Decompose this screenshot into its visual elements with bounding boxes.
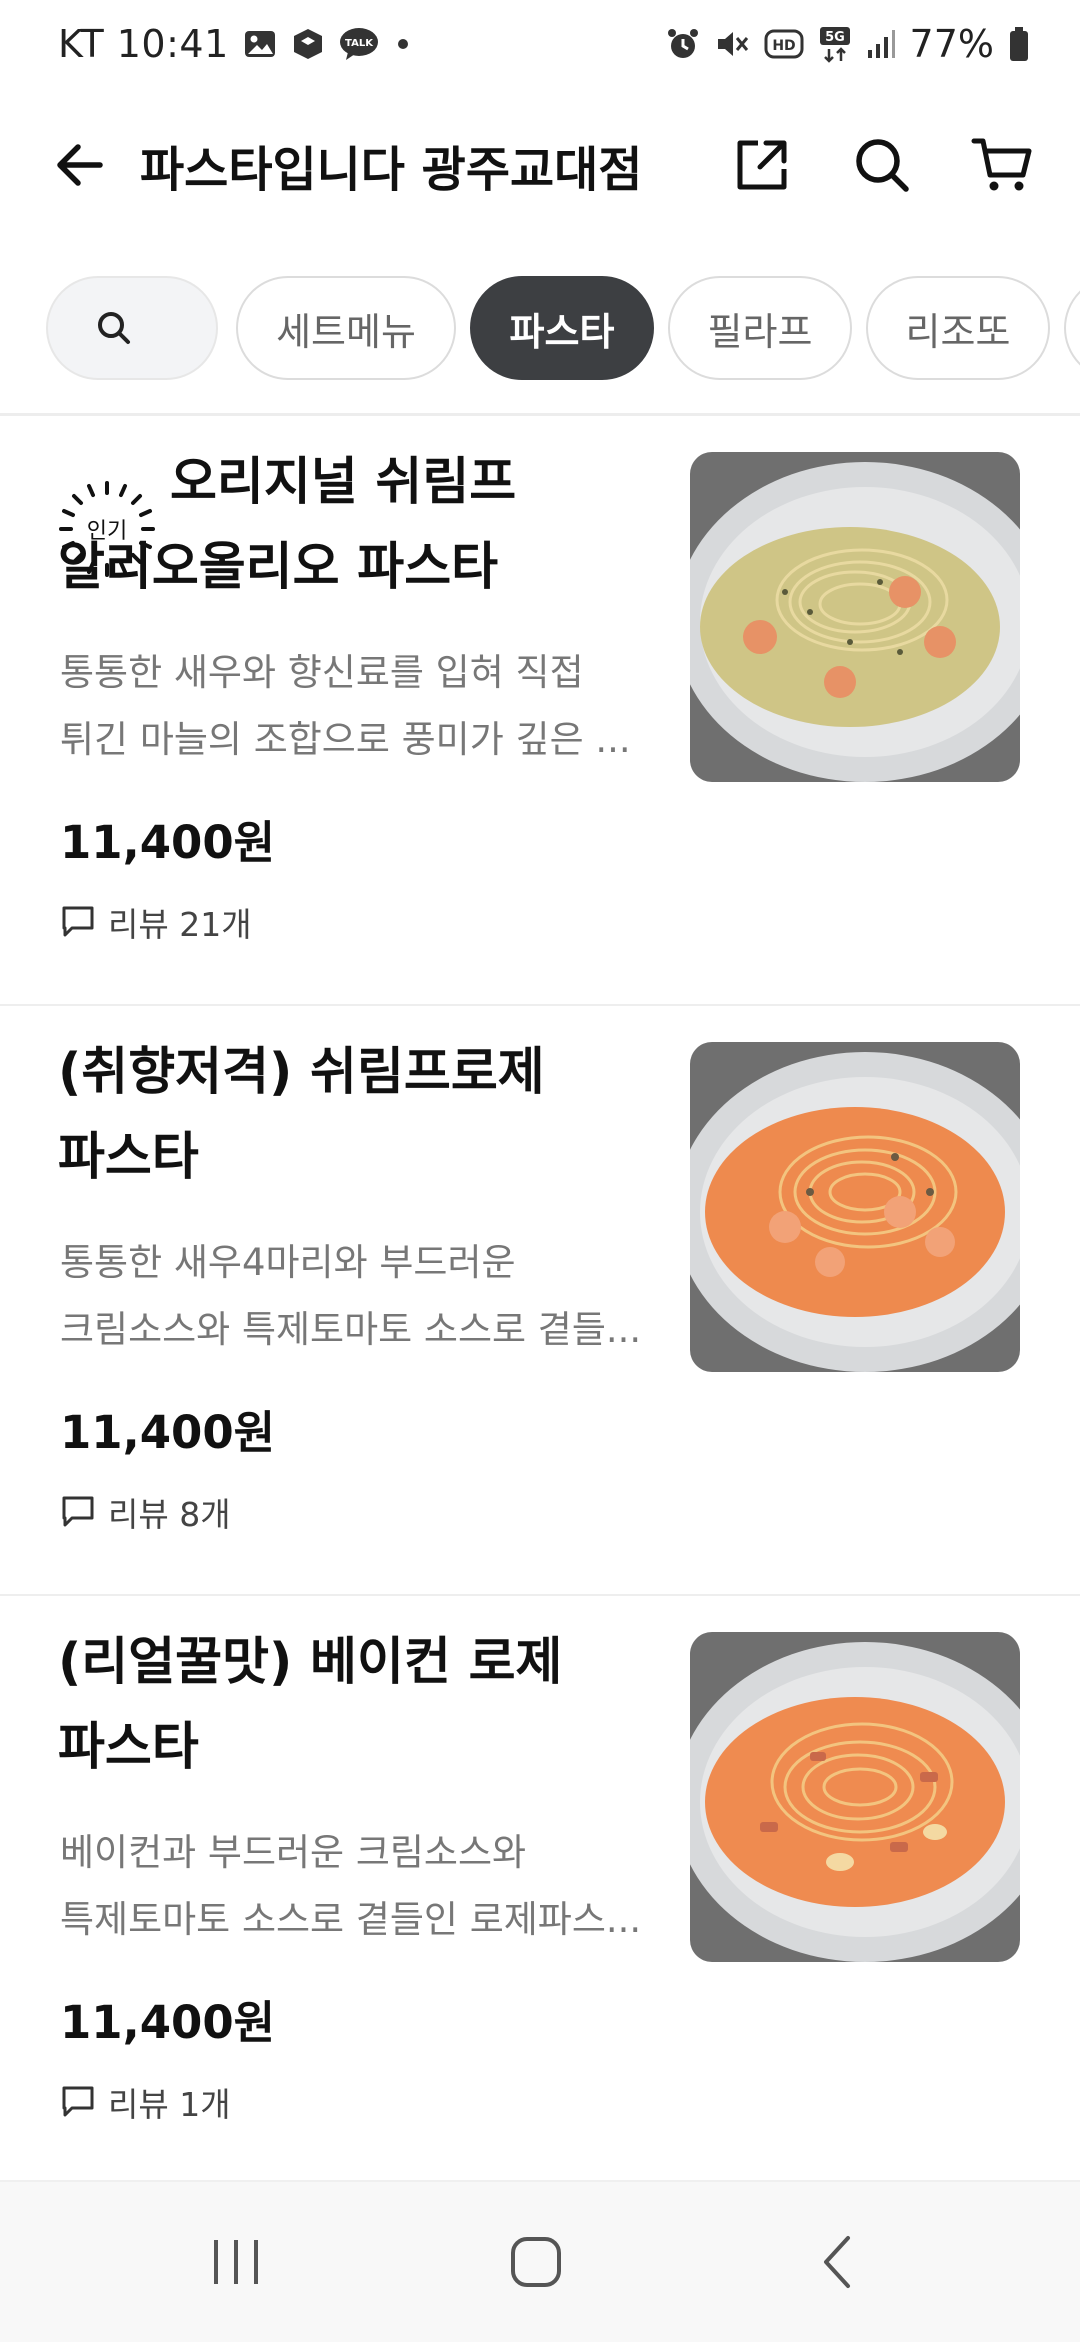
menu-item-price: 11,400원	[60, 1406, 276, 1459]
menu-item-name: (취향저격) 쉬림프로제 파스타	[58, 1043, 545, 1187]
box-icon	[291, 27, 325, 61]
category-chips: 세트메뉴 파스타 필라프 리조또	[0, 272, 1080, 384]
signal-icon	[866, 28, 896, 60]
cart-icon	[971, 138, 1032, 191]
recent-apps-icon	[214, 2240, 258, 2284]
menu-item-name: (리얼꿀맛) 베이컨 로제 파스타	[58, 1633, 563, 1777]
category-chip-risotto[interactable]: 리조또	[866, 276, 1050, 380]
mute-icon	[714, 27, 750, 61]
menu-item-reviews: 리뷰 1개	[60, 2078, 231, 2126]
status-time: KT 10:41	[58, 22, 229, 66]
network-5g-icon: 5G	[818, 25, 852, 63]
menu-search-chip[interactable]	[46, 276, 218, 380]
menu-item[interactable]: 인기 오리지널 쉬림프 알리오올리오 파스타 통통한 새우와 향신료를 입혀 직…	[0, 416, 1080, 1006]
gallery-icon	[243, 27, 277, 61]
cart-button[interactable]	[962, 125, 1042, 205]
search-icon	[98, 312, 130, 344]
system-nav-bar	[0, 2180, 1080, 2342]
menu-item-photo	[690, 1632, 1020, 1962]
store-header: 파스타입니다 광주교대점	[0, 100, 1080, 230]
menu-item-description: 베이컨과 부드러운 크림소스와 특제토마토 소스로 곁들인 로제파스...	[60, 1831, 642, 1941]
store-title: 파스타입니다 광주교대점	[140, 142, 643, 198]
svg-text:TALK: TALK	[345, 38, 374, 49]
category-chip-pilaf[interactable]: 필라프	[668, 276, 852, 380]
menu-item-description: 통통한 새우와 향신료를 입혀 직접 튀긴 마늘의 조합으로 풍미가 깊은 ..…	[60, 651, 631, 761]
menu-item-photo	[690, 452, 1020, 782]
share-button[interactable]	[722, 125, 802, 205]
back-arrow-icon	[57, 144, 103, 186]
review-bubble-icon	[62, 906, 94, 937]
review-bubble-icon	[62, 2086, 94, 2117]
menu-item-name: 오리지널 쉬림프 알리오올리오 파스타	[58, 453, 517, 597]
hd-icon: HD	[764, 29, 804, 59]
sauce	[700, 527, 1000, 727]
home-icon	[511, 2237, 561, 2287]
category-chip-set-menu[interactable]: 세트메뉴	[236, 276, 456, 380]
menu-item[interactable]: (리얼꿀맛) 베이컨 로제 파스타 베이컨과 부드러운 크림소스와 특제토마토 …	[0, 1596, 1080, 2186]
review-bubble-icon	[62, 1496, 94, 1527]
category-chip-pasta[interactable]: 파스타	[470, 276, 654, 380]
menu-item-reviews: 리뷰 21개	[60, 898, 252, 946]
nav-back-button[interactable]	[780, 2212, 900, 2312]
nav-back-icon	[824, 2236, 850, 2288]
svg-text:5G: 5G	[825, 30, 845, 45]
battery-percent: 77%	[909, 22, 994, 66]
category-chip-more[interactable]	[1064, 276, 1080, 380]
notification-dot-icon	[393, 34, 413, 54]
menu-item-price: 11,400원	[60, 1996, 276, 2049]
svg-text:HD: HD	[772, 38, 795, 54]
menu-item-reviews: 리뷰 8개	[60, 1488, 231, 1536]
menu-item-description: 통통한 새우4마리와 부드러운 크림소스와 특제토마토 소스로 곁들...	[60, 1241, 642, 1351]
search-button[interactable]	[842, 125, 922, 205]
status-bar: KT 10:41 TALK HD 5G 77%	[0, 0, 1080, 100]
menu-item-price: 11,400원	[60, 816, 276, 869]
back-button[interactable]	[40, 125, 120, 205]
search-icon	[856, 139, 909, 192]
home-button[interactable]	[476, 2212, 596, 2312]
menu-item-photo	[690, 1042, 1020, 1372]
alarm-icon	[666, 27, 700, 61]
battery-icon	[1008, 26, 1030, 62]
share-icon	[737, 140, 787, 190]
menu-item[interactable]: (취향저격) 쉬림프로제 파스타 통통한 새우4마리와 부드러운 크림소스와 특…	[0, 1006, 1080, 1596]
recent-apps-button[interactable]	[176, 2212, 296, 2312]
talk-icon: TALK	[339, 27, 379, 61]
